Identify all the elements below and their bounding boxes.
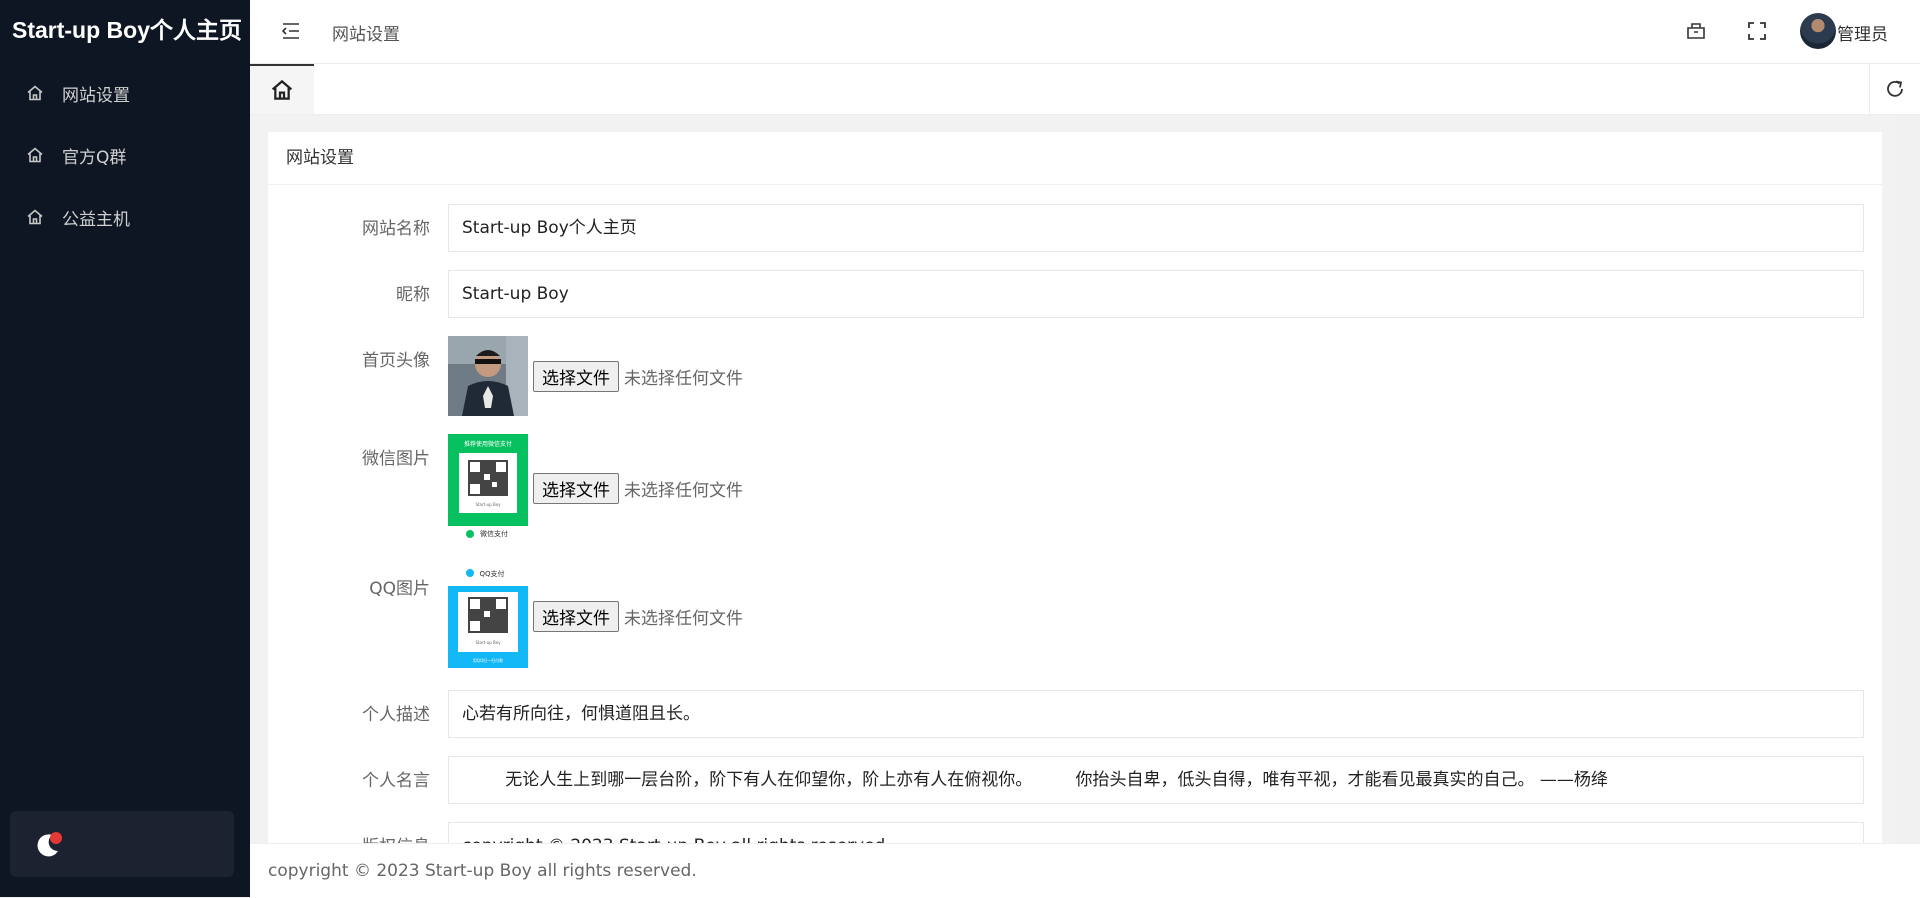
sidebar-item-qq-group[interactable]: 官方Q群 <box>0 124 250 186</box>
nickname-label: 昵称 <box>396 285 430 305</box>
brand-title: Start-up Boy个人主页 <box>12 17 242 43</box>
menu-fold-icon[interactable] <box>280 20 302 42</box>
wechat-label: 微信图片 <box>362 449 430 469</box>
qq-qr-image: QQ支付 Start-up Boy 用QQ扫一扫付款 <box>448 564 528 668</box>
tab-home[interactable] <box>250 64 314 114</box>
settings-card: 网站设置 网站名称 Start-up Boy个人主页 昵称 Start-up B… <box>268 132 1882 843</box>
refresh-icon <box>1887 80 1903 97</box>
top-header: 网站设置 管理员 <box>250 0 1920 64</box>
breadcrumb: 网站设置 <box>332 25 400 45</box>
wechat-qr-caption: Start-up Boy <box>475 502 501 507</box>
wechat-pay-brand: 微信支付 <box>480 529 508 538</box>
wechat-file-status: 未选择任何文件 <box>624 480 743 501</box>
motto-input[interactable]: 无论人生上到哪一层台阶，阶下有人在仰望你，阶上亦有人在俯视你。 你抬头自卑，低头… <box>448 756 1864 804</box>
content-scrollbar[interactable] <box>1896 115 1920 843</box>
qq-choose-file-button[interactable]: 选择文件 <box>533 600 619 632</box>
sidebar: Start-up Boy个人主页 网站设置 官方Q群 公益主机 <box>0 0 250 897</box>
copyright-label: 版权信息 <box>268 832 430 843</box>
sidebar-item-label: 网站设置 <box>62 85 130 106</box>
home-icon <box>27 147 43 163</box>
fullscreen-icon[interactable] <box>1745 19 1769 43</box>
avatar[interactable] <box>1800 13 1836 49</box>
avatar-preview-image <box>448 336 528 416</box>
nickname-input[interactable]: Start-up Boy <box>448 270 1864 318</box>
avatar-choose-file-button[interactable]: 选择文件 <box>533 360 619 392</box>
motto-label: 个人名言 <box>362 771 430 791</box>
sidebar-item-site-settings[interactable]: 网站设置 <box>0 62 250 124</box>
qq-upload: QQ支付 Start-up Boy 用QQ扫一扫付款 选择文件 未选择任何文件 <box>448 564 743 668</box>
qq-label: QQ图片 <box>369 579 430 599</box>
qq-file-status: 未选择任何文件 <box>624 608 743 629</box>
wechat-qr-header: 推荐使用微信支付 <box>464 440 512 448</box>
wechat-upload: 推荐使用微信支付 Start-up Boy 微信支付 选择文件 未选择任何文件 <box>448 434 743 542</box>
avatar-label: 首页头像 <box>362 351 430 371</box>
home-icon <box>271 79 293 100</box>
theme-toggle[interactable] <box>10 811 234 877</box>
description-label: 个人描述 <box>362 705 430 725</box>
description-input[interactable]: 心若有所向往，何惧道阻且长。 <box>448 690 1864 738</box>
wechat-qr-image: 推荐使用微信支付 Start-up Boy 微信支付 <box>448 434 528 542</box>
wechat-choose-file-button[interactable]: 选择文件 <box>533 472 619 504</box>
card-title: 网站设置 <box>268 132 1882 185</box>
cache-clear-icon[interactable] <box>1684 19 1708 43</box>
avatar-upload: 选择文件 未选择任何文件 <box>448 336 743 416</box>
page-footer: copyright © 2023 Start-up Boy all rights… <box>250 843 1920 898</box>
sidebar-item-label: 官方Q群 <box>62 147 127 168</box>
home-icon <box>27 85 43 101</box>
refresh-button[interactable] <box>1869 64 1920 114</box>
sidebar-item-free-host[interactable]: 公益主机 <box>0 186 250 248</box>
avatar-file-status: 未选择任何文件 <box>624 368 743 389</box>
qq-qr-caption: Start-up Boy <box>475 640 501 645</box>
qq-qr-footer: 用QQ扫一扫付款 <box>473 657 503 663</box>
sidebar-item-label: 公益主机 <box>62 209 130 230</box>
content-area: 网站设置 网站名称 Start-up Boy个人主页 昵称 Start-up B… <box>250 115 1896 843</box>
moon-icon <box>37 832 62 857</box>
copyright-input[interactable]: copyright © 2023 Start-up Boy all rights… <box>448 822 1864 843</box>
site-name-input[interactable]: Start-up Boy个人主页 <box>448 204 1864 252</box>
home-icon <box>27 209 43 225</box>
tab-bar <box>250 64 1920 115</box>
qq-pay-brand: QQ支付 <box>479 569 504 578</box>
user-name[interactable]: 管理员 <box>1837 20 1888 45</box>
site-name-label: 网站名称 <box>362 219 430 239</box>
